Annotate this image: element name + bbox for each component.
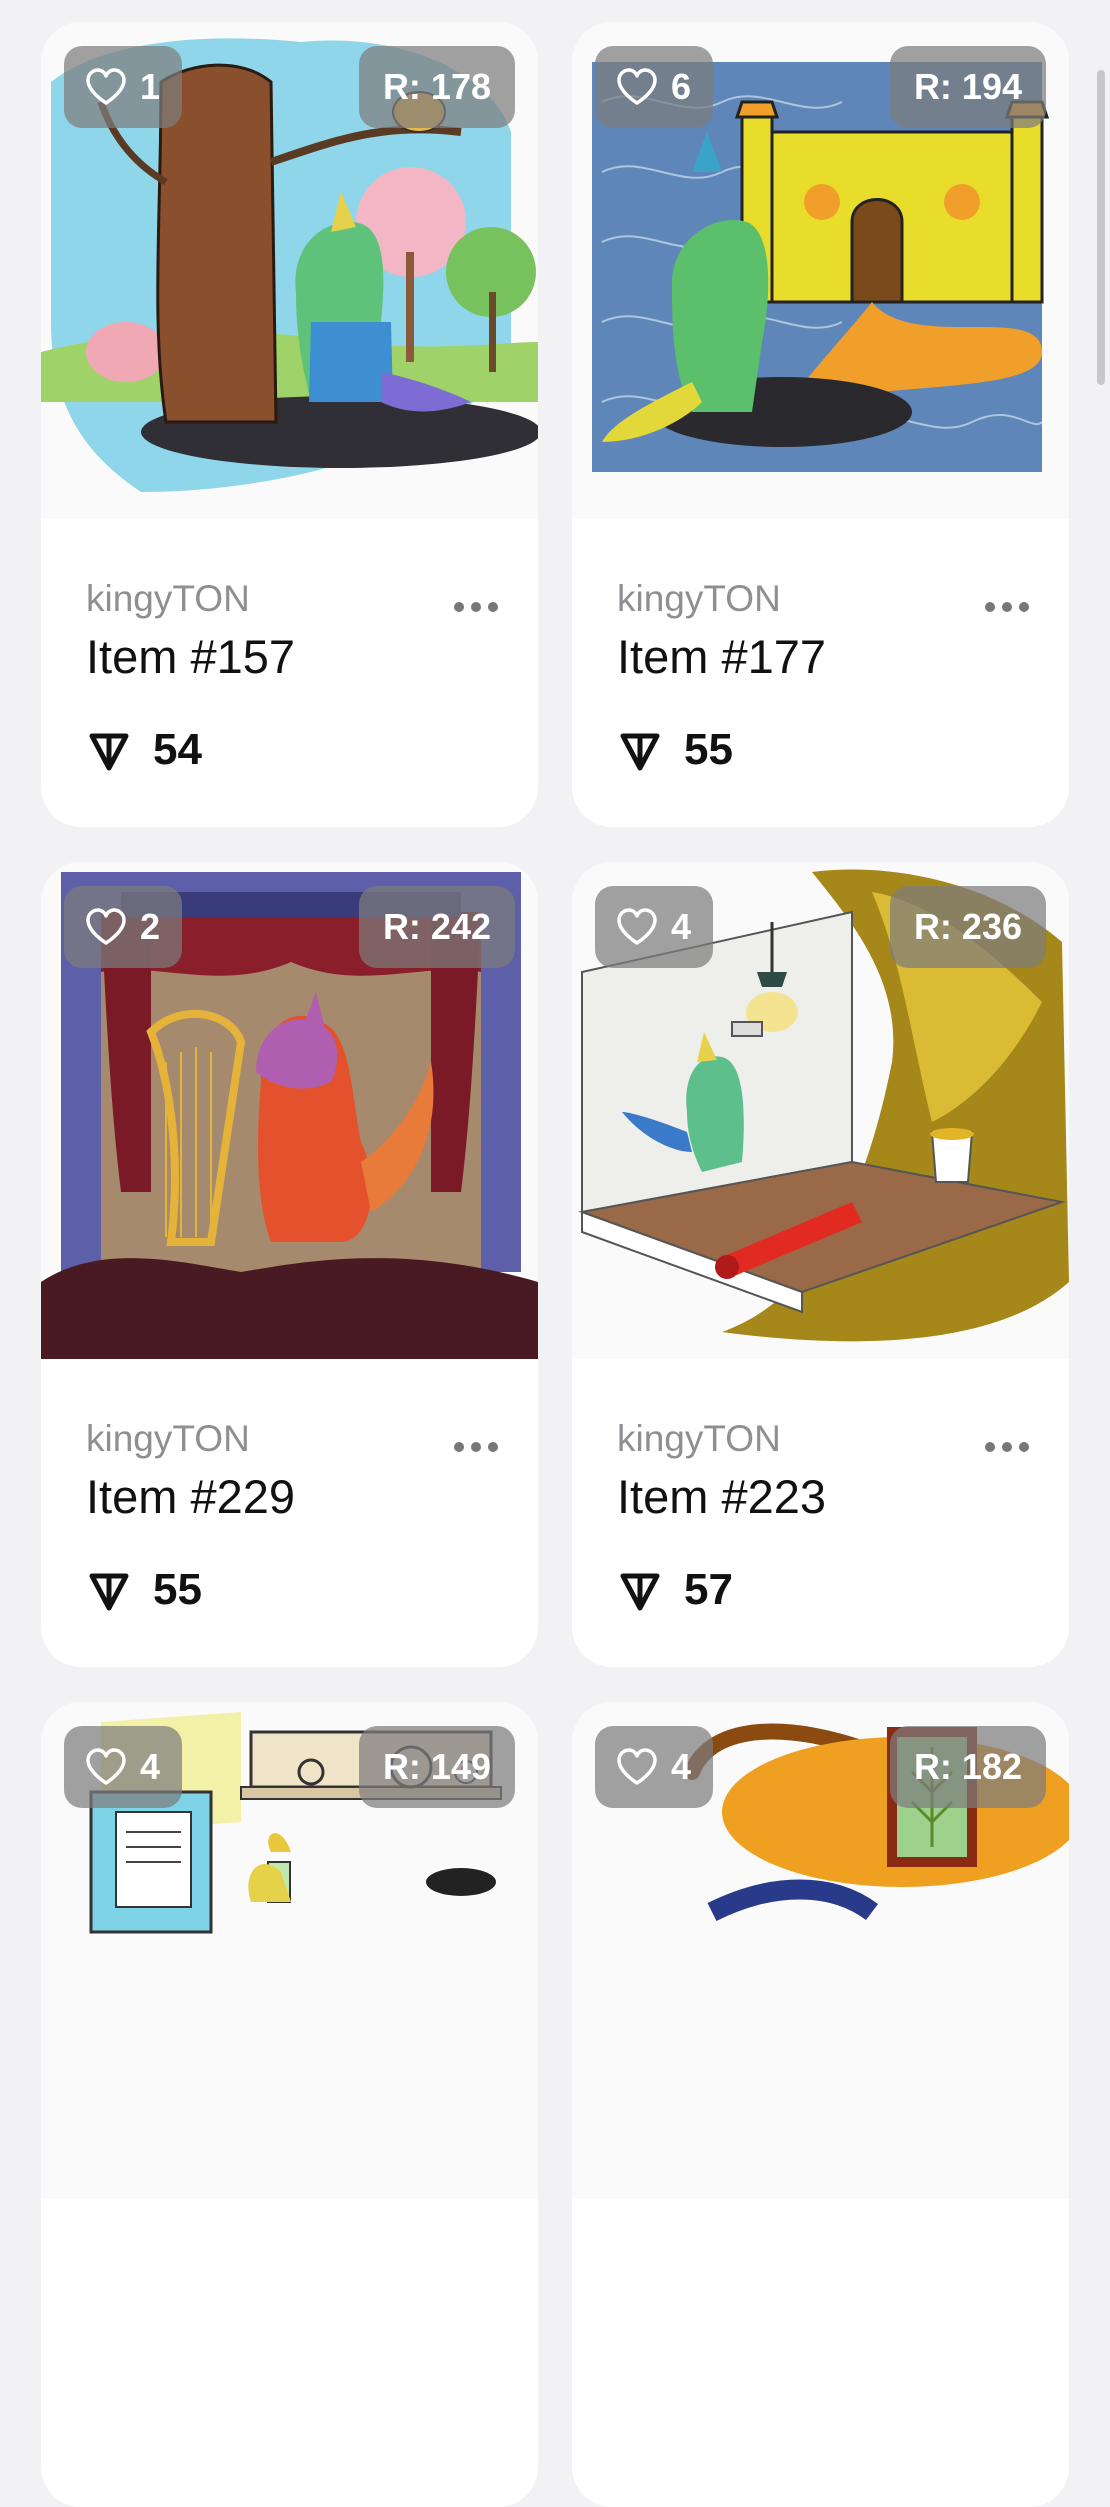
item-title: Item #177 [617,630,827,683]
nft-card[interactable]: 1 R: 178 kingyTON Item #157 54 [41,22,538,827]
likes-count: 4 [140,1746,161,1787]
heart-icon [617,1748,657,1785]
more-options-icon[interactable] [454,1440,498,1454]
nft-info: kingyTON Item #223 [617,1417,1033,1525]
nft-info: kingyTON Item #229 [86,1417,502,1525]
likes-count: 4 [671,906,692,947]
likes-count: 4 [671,1746,692,1787]
nft-card[interactable]: 2 R: 242 kingyTON Item #229 55 [41,862,538,1667]
heart-icon [86,908,126,945]
likes-badge[interactable]: 4 [595,1726,714,1808]
nft-info: kingyTON Item #157 [86,577,502,685]
rank-badge: R: 242 [358,886,515,968]
price-value: 55 [684,725,733,774]
rank-badge: R: 149 [358,1726,515,1808]
nft-card[interactable]: 4 R: 236 kingyTON Item #223 57 [572,862,1069,1667]
heart-icon [86,1748,126,1785]
ton-currency-icon [620,1573,660,1611]
heart-icon [617,908,657,945]
nft-card[interactable]: 6 R: 194 kingyTON Item #177 55 [572,22,1069,827]
likes-badge[interactable]: 2 [64,886,183,968]
ton-currency-icon [620,733,660,771]
likes-count: 2 [140,906,161,947]
heart-icon [617,68,657,105]
likes-badge[interactable]: 1 [64,46,183,128]
item-title: Item #223 [617,1470,827,1523]
more-options-icon[interactable] [454,600,498,614]
heart-icon [86,68,126,105]
collection-name[interactable]: kingyTON [86,1417,502,1461]
price: 54 [87,725,202,775]
price-value: 55 [153,1565,202,1614]
nft-info: kingyTON Item #177 [617,577,1033,685]
likes-badge[interactable]: 4 [64,1726,183,1808]
likes-count: 1 [140,66,161,107]
scrollbar[interactable] [1097,70,1105,385]
price: 55 [618,725,733,775]
more-options-icon[interactable] [985,1440,1029,1454]
item-title: Item #157 [86,630,296,683]
rank-badge: R: 236 [889,886,1046,968]
ton-currency-icon [89,733,129,771]
more-options-icon[interactable] [985,600,1029,614]
likes-badge[interactable]: 6 [595,46,714,128]
likes-count: 6 [671,66,692,107]
price-value: 54 [153,725,202,774]
collection-name[interactable]: kingyTON [617,577,1033,621]
nft-card[interactable]: 4 R: 149 [41,1702,538,2507]
likes-badge[interactable]: 4 [595,886,714,968]
price-value: 57 [684,1565,733,1614]
collection-name[interactable]: kingyTON [86,577,502,621]
rank-badge: R: 178 [358,46,515,128]
price: 55 [87,1565,202,1615]
rank-badge: R: 194 [889,46,1046,128]
nft-grid: 1 R: 178 kingyTON Item #157 54 6 R: 194 … [0,0,1110,2507]
ton-currency-icon [89,1573,129,1611]
collection-name[interactable]: kingyTON [617,1417,1033,1461]
rank-badge: R: 182 [889,1726,1046,1808]
price: 57 [618,1565,733,1615]
nft-card[interactable]: 4 R: 182 [572,1702,1069,2507]
item-title: Item #229 [86,1470,296,1523]
